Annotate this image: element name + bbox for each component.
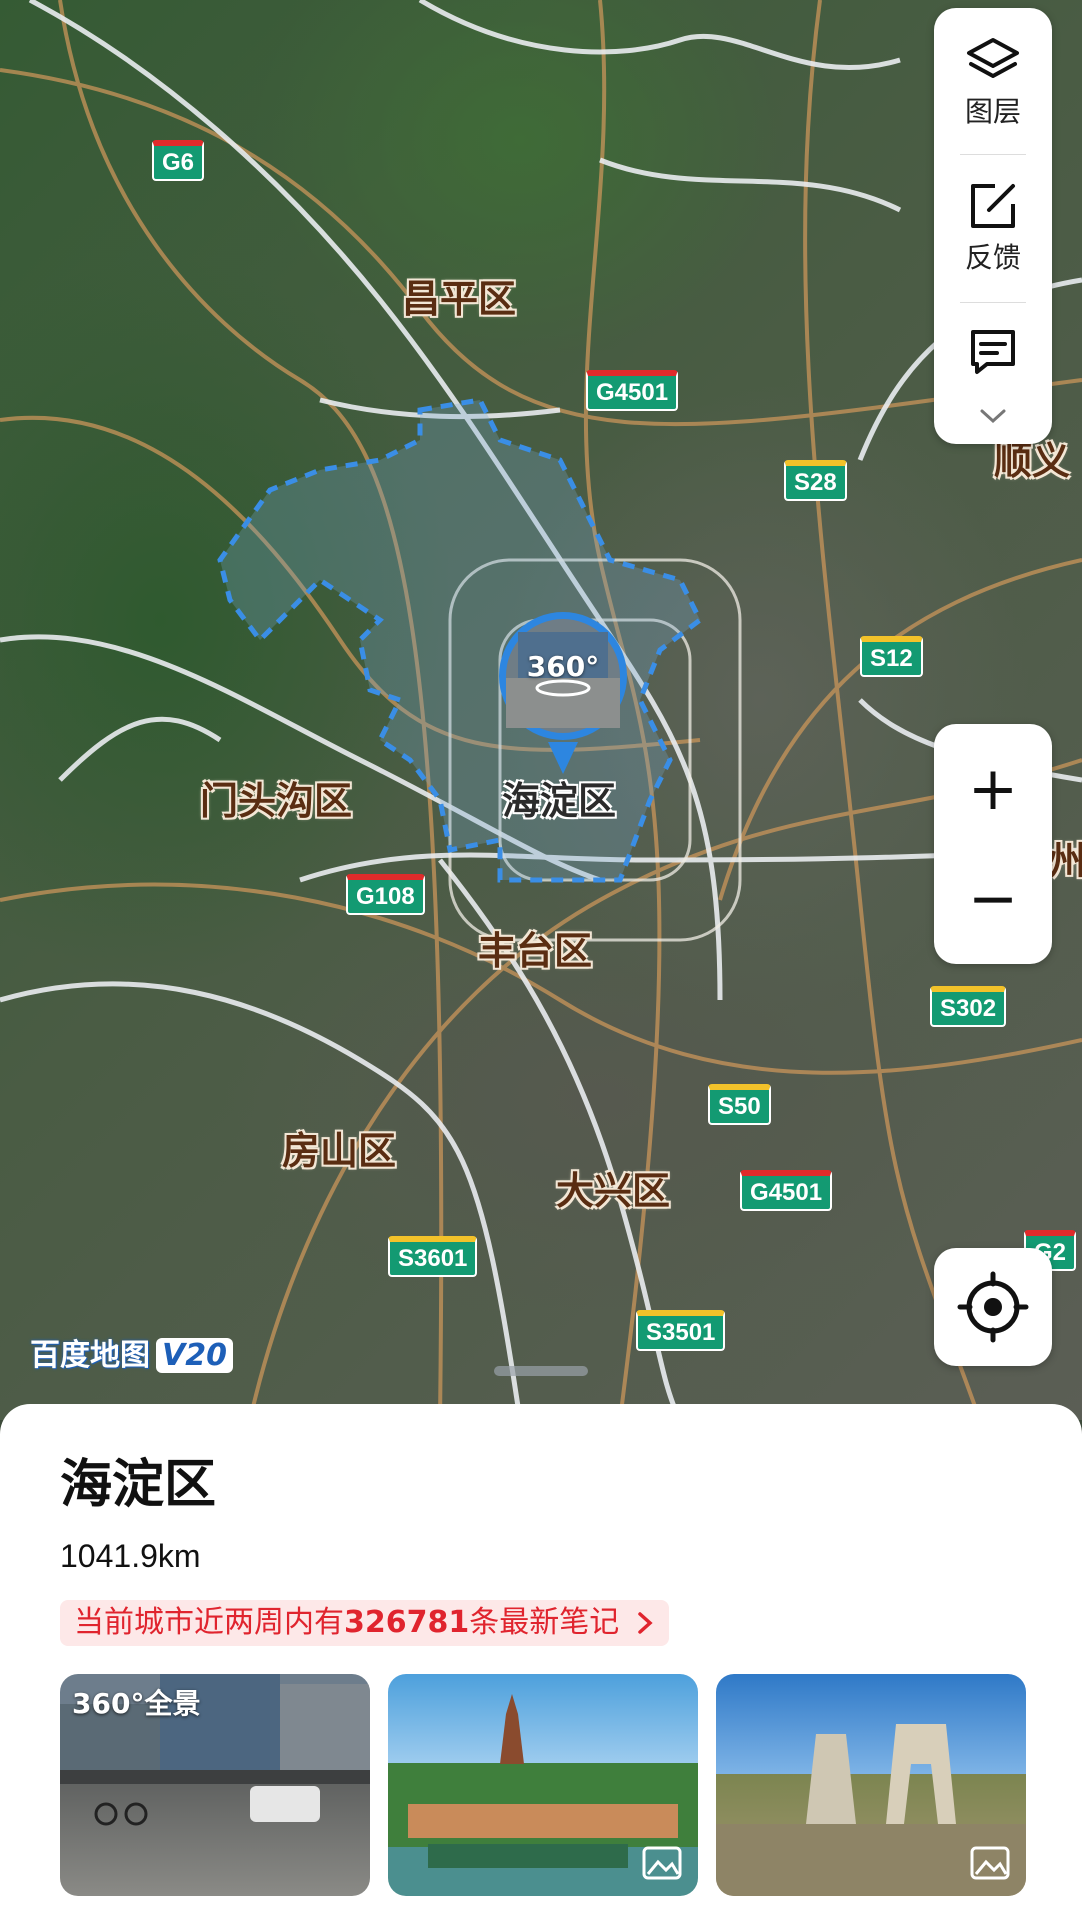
notes-banner[interactable]: 当前城市近两周内有326781条最新笔记 [60,1600,669,1646]
layers-icon [967,38,1019,78]
zoom-in-button[interactable]: + [934,734,1052,844]
crosshair-icon [957,1271,1029,1343]
edit-icon [971,184,1015,228]
road-shield: S28 [784,460,847,501]
notes-suffix: 条最新笔记 [469,1605,620,1640]
district-label-haidian[interactable]: 海淀区 [502,770,616,825]
photo-thumbnail[interactable]: 360°全景 [60,1674,370,1896]
panorama-label: 360° [526,650,600,683]
road-shield: G4501 [740,1170,833,1211]
feedback-label: 反馈 [964,241,1021,274]
road-shield: G4501 [586,370,679,411]
district-label-fengtai[interactable]: 丰台区 [478,920,592,975]
chevron-down-icon [980,409,1006,424]
notes-prefix: 当前城市近两周内有 [74,1605,344,1640]
logo-text: 百度地图 [30,1338,150,1373]
panorama-marker[interactable]: 360° [496,610,630,774]
road-shield: G108 [346,874,425,915]
photo-thumbnail[interactable] [388,1674,698,1896]
notes-count: 326781 [344,1605,470,1640]
zoom-control: + − [934,724,1052,964]
zoom-out-button[interactable]: − [934,844,1052,954]
district-label-daxing[interactable]: 大兴区 [556,1160,670,1215]
road-shield: G6 [152,140,205,181]
district-label-fangshan[interactable]: 房山区 [282,1120,396,1175]
map-logo: 百度地图 V20 [30,1330,233,1374]
place-title: 海淀区 [60,1455,217,1515]
distance-text: 1041.9km [60,1538,201,1574]
feedback-button[interactable]: 反馈 [934,180,1052,276]
image-icon [970,1846,1010,1880]
sheet-drag-handle[interactable] [494,1366,588,1376]
expand-toolbar-button[interactable] [934,406,1052,430]
chevron-right-icon [638,1612,653,1634]
road-shield: S50 [708,1084,771,1125]
road-shield: S3601 [388,1236,478,1277]
locate-button[interactable] [934,1248,1052,1366]
map-view[interactable]: 昌平区 门头沟区 海淀区 丰台区 房山区 大兴区 顺义 州 G6 G4501 S… [0,0,1082,1420]
layers-button[interactable]: 图层 [934,36,1052,130]
district-label-tongzhou[interactable]: 州 [1048,830,1082,885]
road-shield: S12 [860,636,923,677]
location-pin-icon [499,612,627,774]
message-icon [971,330,1015,374]
road-shield: S302 [930,986,1007,1027]
place-detail-sheet: 海淀区 1041.9km 当前城市近两周内有326781条最新笔记 360°全景 [0,1404,1082,1923]
message-button[interactable] [934,326,1052,382]
photo-thumbnail[interactable] [716,1674,1026,1896]
logo-version: V20 [156,1338,233,1373]
district-label-changping[interactable]: 昌平区 [402,268,516,323]
map-toolbar: 图层 反馈 [934,8,1052,444]
image-icon [642,1846,682,1880]
district-label-mentougou[interactable]: 门头沟区 [200,770,352,825]
layers-label: 图层 [964,95,1021,128]
panorama-badge: 360°全景 [72,1687,201,1720]
road-shield: S3501 [636,1310,726,1351]
